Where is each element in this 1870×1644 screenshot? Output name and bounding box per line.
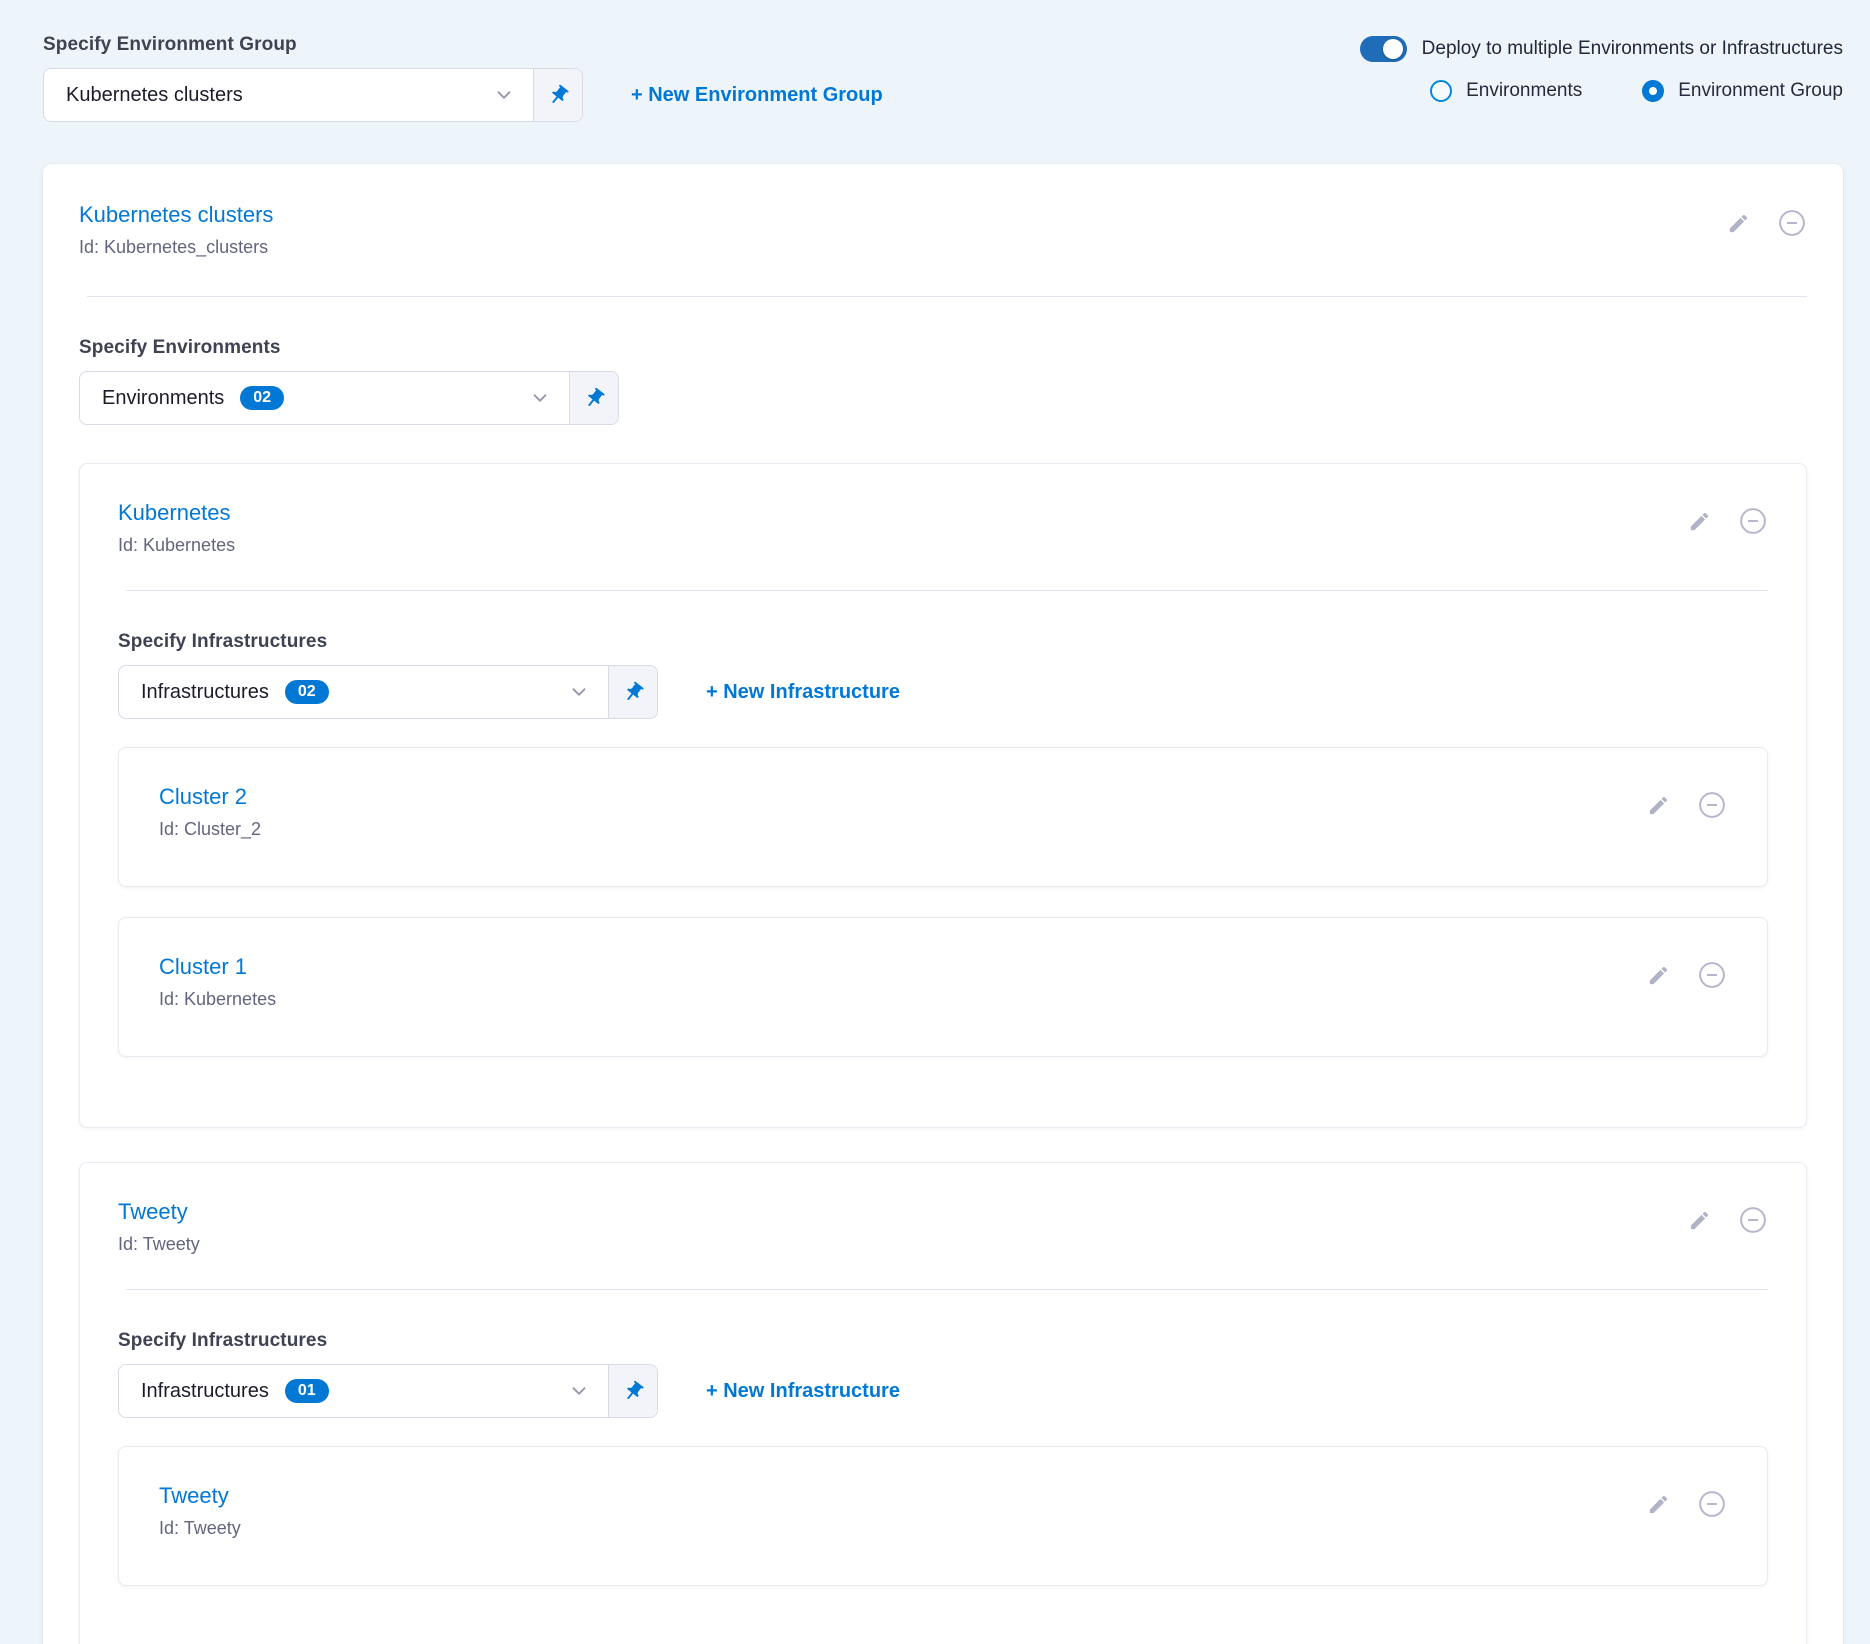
pin-icon <box>617 1375 649 1407</box>
chevron-down-icon <box>529 387 551 409</box>
environment-group-title[interactable]: Kubernetes clusters <box>79 202 273 228</box>
minus-circle-icon <box>1697 790 1727 820</box>
deploy-multiple-toggle[interactable] <box>1360 36 1407 62</box>
pin-button[interactable] <box>533 69 582 121</box>
specify-environments-label: Specify Environments <box>79 337 1807 359</box>
pencil-icon <box>1647 964 1670 987</box>
pin-button[interactable] <box>608 666 657 718</box>
minus-circle-icon <box>1738 1205 1768 1235</box>
specify-infrastructures-label: Specify Infrastructures <box>118 1330 1768 1352</box>
infrastructure-title[interactable]: Tweety <box>159 1483 241 1509</box>
pencil-icon <box>1647 1493 1670 1516</box>
environment-card: Kubernetes Id: Kubernetes Specify Infras… <box>79 463 1807 1128</box>
divider <box>126 590 1768 591</box>
remove-environment-button[interactable] <box>1738 506 1768 536</box>
deploy-multiple-toggle-label: Deploy to multiple Environments or Infra… <box>1422 38 1843 60</box>
remove-infrastructure-button[interactable] <box>1697 790 1727 820</box>
infrastructure-title[interactable]: Cluster 2 <box>159 784 261 810</box>
environment-title[interactable]: Kubernetes <box>118 500 235 526</box>
edit-environment-group-button[interactable] <box>1727 212 1750 235</box>
env-group-select-value: Kubernetes clusters <box>66 84 243 107</box>
pencil-icon <box>1688 1209 1711 1232</box>
radio-environments-label[interactable]: Environments <box>1466 80 1582 102</box>
divider <box>126 1289 1768 1290</box>
new-infrastructure-link[interactable]: + New Infrastructure <box>706 681 900 704</box>
env-group-select[interactable]: Kubernetes clusters <box>43 68 583 122</box>
infrastructures-count-badge: 02 <box>285 680 329 704</box>
infrastructure-card: Cluster 1 Id: Kubernetes <box>118 917 1768 1057</box>
specify-infrastructures-label: Specify Infrastructures <box>118 631 1768 653</box>
minus-circle-icon <box>1738 506 1768 536</box>
minus-circle-icon <box>1697 1489 1727 1519</box>
infrastructures-select-value: Infrastructures <box>141 1380 269 1403</box>
radio-environment-group-label[interactable]: Environment Group <box>1678 80 1843 102</box>
remove-infrastructure-button[interactable] <box>1697 1489 1727 1519</box>
radio-environments[interactable] <box>1430 80 1452 102</box>
infrastructures-select[interactable]: Infrastructures 02 <box>118 665 658 719</box>
environments-select[interactable]: Environments 02 <box>79 371 619 425</box>
pencil-icon <box>1688 510 1711 533</box>
pencil-icon <box>1647 794 1670 817</box>
environment-id: Id: Kubernetes <box>118 535 235 556</box>
environment-group-id: Id: Kubernetes_clusters <box>79 237 273 258</box>
infrastructure-id: Id: Tweety <box>159 1518 241 1539</box>
edit-environment-button[interactable] <box>1688 510 1711 533</box>
environments-count-badge: 02 <box>240 386 284 410</box>
radio-environment-group[interactable] <box>1642 80 1664 102</box>
chevron-down-icon <box>568 681 590 703</box>
toggle-knob <box>1383 39 1403 59</box>
environments-select-value: Environments <box>102 387 224 410</box>
new-infrastructure-link[interactable]: + New Infrastructure <box>706 1380 900 1403</box>
infrastructures-count-badge: 01 <box>285 1379 329 1403</box>
infrastructure-id: Id: Kubernetes <box>159 989 276 1010</box>
pin-button[interactable] <box>569 372 618 424</box>
edit-infrastructure-button[interactable] <box>1647 964 1670 987</box>
new-environment-group-link[interactable]: + New Environment Group <box>631 84 883 107</box>
environment-card: Tweety Id: Tweety Specify Infrastructure… <box>79 1162 1807 1644</box>
pencil-icon <box>1727 212 1750 235</box>
edit-infrastructure-button[interactable] <box>1647 1493 1670 1516</box>
pin-icon <box>542 79 574 111</box>
edit-environment-button[interactable] <box>1688 1209 1711 1232</box>
chevron-down-icon <box>493 84 515 106</box>
pin-icon <box>578 382 610 414</box>
environment-title[interactable]: Tweety <box>118 1199 200 1225</box>
remove-environment-button[interactable] <box>1738 1205 1768 1235</box>
chevron-down-icon <box>568 1380 590 1402</box>
divider <box>87 296 1807 297</box>
environment-id: Id: Tweety <box>118 1234 200 1255</box>
infrastructure-id: Id: Cluster_2 <box>159 819 261 840</box>
remove-infrastructure-button[interactable] <box>1697 960 1727 990</box>
pin-button[interactable] <box>608 1365 657 1417</box>
infrastructure-card: Tweety Id: Tweety <box>118 1446 1768 1586</box>
infrastructure-card: Cluster 2 Id: Cluster_2 <box>118 747 1768 887</box>
top-bar: Specify Environment Group Kubernetes clu… <box>0 0 1870 164</box>
infrastructures-select[interactable]: Infrastructures 01 <box>118 1364 658 1418</box>
remove-environment-group-button[interactable] <box>1777 208 1807 238</box>
environment-group-card: Kubernetes clusters Id: Kubernetes_clust… <box>43 164 1843 1644</box>
minus-circle-icon <box>1697 960 1727 990</box>
pin-icon <box>617 676 649 708</box>
infrastructure-title[interactable]: Cluster 1 <box>159 954 276 980</box>
edit-infrastructure-button[interactable] <box>1647 794 1670 817</box>
minus-circle-icon <box>1777 208 1807 238</box>
infrastructures-select-value: Infrastructures <box>141 681 269 704</box>
